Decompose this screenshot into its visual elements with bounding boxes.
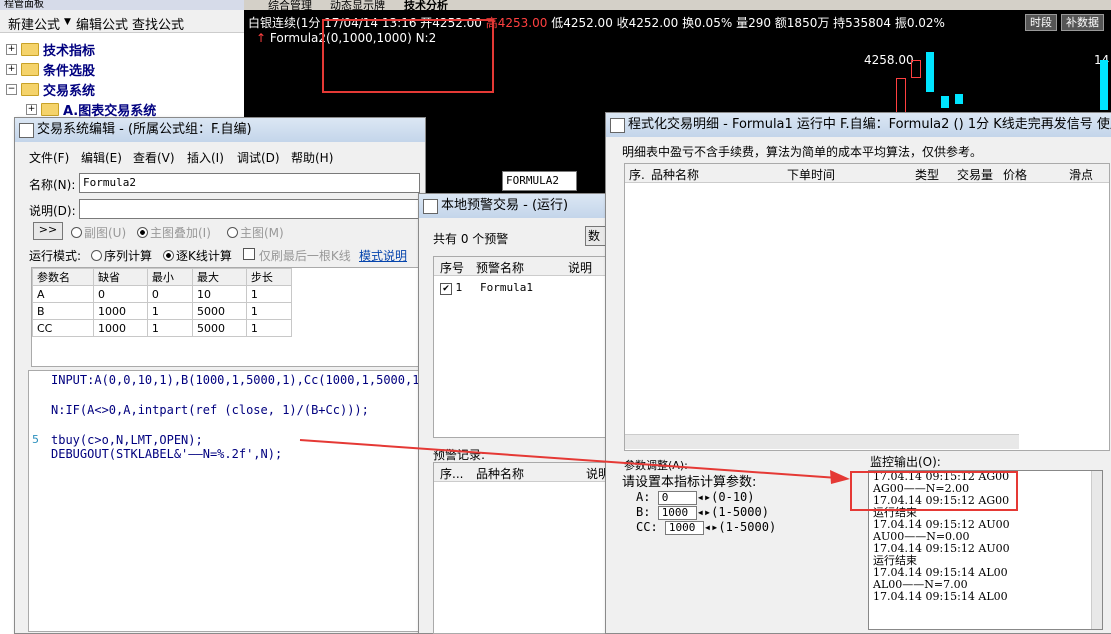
alert-count: 共有 0 个预警 xyxy=(433,232,509,246)
app-icon xyxy=(19,123,34,138)
alert-list-header: 序号 预警名称 说明 xyxy=(434,257,610,276)
series-calc-option[interactable]: 序列计算 xyxy=(91,247,152,264)
app-icon xyxy=(610,118,625,133)
description-field[interactable] xyxy=(79,199,420,219)
stepper-icon[interactable]: ◂▸ xyxy=(704,520,718,534)
description-label: 说明(D): xyxy=(29,204,76,218)
menu-file[interactable]: 文件(F) xyxy=(29,149,69,166)
alert-list[interactable]: 序号 预警名称 说明 ✔ 1 Formula1 xyxy=(433,256,611,438)
main-chart-option[interactable]: 主图(M) xyxy=(227,224,284,241)
time-period-button[interactable]: 时段 xyxy=(1025,14,1057,31)
dropdown-arrow-icon[interactable]: ▼ xyxy=(64,17,71,27)
up-arrow-icon: ↑ xyxy=(256,31,267,45)
app-icon xyxy=(423,199,438,214)
code-line: N:IF(A<>0,A,intpart(ref (close, 1)/(B+Cc… xyxy=(51,403,369,417)
table-header: 参数名 缺省 最小 最大 步长 xyxy=(32,268,293,286)
shortcut-field[interactable]: FORMULA2 xyxy=(502,171,577,191)
arrow-head xyxy=(830,470,850,484)
param-row-cc: CC: 1000 ◂▸(1-5000) xyxy=(636,520,777,535)
tree-item-stock-selection[interactable]: + 条件选股 xyxy=(6,60,95,79)
candle xyxy=(926,52,934,92)
candle xyxy=(955,94,963,104)
shortcut-label: 快捷码(Q): xyxy=(434,177,493,191)
table-row[interactable]: CC 1000 1 5000 1 xyxy=(32,319,293,337)
annotation-arrow xyxy=(299,439,850,484)
menu-insert[interactable]: 插入(I) xyxy=(187,149,224,166)
candle xyxy=(896,78,906,114)
alert-title: 本地预警交易 - (运行) xyxy=(419,194,609,218)
use-label: 用 xyxy=(588,176,601,190)
trade-table[interactable]: 序. 品种名称 下单时间 类型 交易量 价格 滑点 xyxy=(624,163,1110,451)
name-label: 名称(N): xyxy=(29,178,76,192)
name-field[interactable]: Formula2 xyxy=(79,173,420,193)
expand-icon[interactable]: + xyxy=(6,44,17,55)
editor-menubar: 文件(F) 编辑(E) 查看(V) 插入(I) 调试(D) 帮助(H) xyxy=(15,146,425,166)
chart-tabs: 综合管理 动态显示牌 技术分析 xyxy=(244,0,1111,13)
param-row-b: B: 1000 ◂▸(1-5000) xyxy=(636,505,769,520)
vertical-scrollbar[interactable] xyxy=(1091,471,1102,629)
checkbox-icon[interactable]: ✔ xyxy=(440,283,452,295)
trade-title: 程式化交易明细 - Formula1 运行中 F.自编：Formula2 () … xyxy=(606,113,1111,137)
table-row[interactable]: A 0 0 10 1 xyxy=(32,285,293,303)
expand-icon[interactable]: + xyxy=(6,64,17,75)
candle xyxy=(1100,60,1108,110)
code-editor[interactable]: INPUT:A(0,0,10,1),B(1000,1,5000,1),Cc(10… xyxy=(28,370,427,632)
list-item[interactable]: ✔ 1 Formula1 xyxy=(440,281,533,295)
new-formula-button[interactable]: 新建公式 xyxy=(8,14,60,33)
folder-icon xyxy=(21,63,39,76)
tree-item-trading-system[interactable]: − 交易系统 xyxy=(6,80,95,99)
menu-help[interactable]: 帮助(H) xyxy=(291,149,333,166)
tree-item-indicators[interactable]: + 技术指标 xyxy=(6,40,95,59)
param-b-input[interactable]: 1000 xyxy=(657,506,697,520)
editor-title: 交易系统编辑 - (所属公式组：F.自编) xyxy=(15,118,425,142)
subchart-option[interactable]: 副图(U) xyxy=(71,224,126,241)
expand-button[interactable]: >> xyxy=(33,222,63,240)
menu-debug[interactable]: 调试(D) xyxy=(237,149,280,166)
param-a-input[interactable]: 0 xyxy=(657,491,697,505)
menu-view[interactable]: 查看(V) xyxy=(133,149,175,166)
collapse-icon[interactable]: − xyxy=(6,84,17,95)
candle xyxy=(911,60,921,78)
param-cc-input[interactable]: 1000 xyxy=(664,521,704,535)
trade-note: 明细表中盈亏不含手续费，算法为简单的成本平均算法，仅供参考。 xyxy=(622,145,983,159)
panel-title: 程管面板 xyxy=(0,0,248,10)
expand-icon[interactable]: + xyxy=(26,104,37,115)
candle xyxy=(941,96,949,108)
trade-table-header: 序. 品种名称 下单时间 类型 交易量 价格 滑点 xyxy=(625,164,1109,183)
tab-technical-analysis[interactable]: 技术分析 xyxy=(404,0,448,13)
folder-icon xyxy=(21,83,39,96)
code-line: tbuy(c>o,N,LMT,OPEN); xyxy=(51,433,203,447)
line-number: 5 xyxy=(32,433,39,446)
menu-edit[interactable]: 编辑(E) xyxy=(81,149,122,166)
stepper-icon[interactable]: ◂▸ xyxy=(697,490,711,504)
table-row[interactable]: B 1000 1 5000 1 xyxy=(32,302,293,320)
folder-icon xyxy=(21,43,39,56)
last-bar-only-option[interactable]: 仅刷最后一根K线 xyxy=(243,247,351,264)
edit-formula-button[interactable]: 编辑公式 xyxy=(76,14,128,33)
param-adjust-panel: 请设置本指标计算参数: A: 0 ◂▸(0-10) B: 1000 ◂▸(1-500… xyxy=(622,471,850,631)
main-overlay-option[interactable]: 主图叠加(I) xyxy=(137,224,211,241)
fill-data-button[interactable]: 补数据 xyxy=(1061,14,1104,31)
highlight-box xyxy=(850,471,1018,511)
code-line: INPUT:A(0,0,10,1),B(1000,1,5000,1),Cc(10… xyxy=(51,373,427,387)
per-bar-calc-option[interactable]: 逐K线计算 xyxy=(163,247,232,264)
price-label: 4258.00 xyxy=(864,53,914,67)
tree-toolbar: 新建公式 ▼ 编辑公式 查找公式 xyxy=(0,10,244,33)
find-formula-button[interactable]: 查找公式 xyxy=(132,14,184,33)
monitor-output-label: 监控输出(O): xyxy=(870,455,941,469)
log-line: 17.04.14 09:15:14 AL00 xyxy=(873,590,1008,603)
parameter-table[interactable]: 参数名 缺省 最小 最大 步长 A 0 0 10 1 B 1000 1 5000 1 CC 1000 1 50… xyxy=(31,267,419,367)
tab-overview[interactable]: 综合管理 xyxy=(268,0,312,13)
arrow-line xyxy=(299,439,839,479)
folder-icon xyxy=(41,103,59,116)
run-mode-label: 运行模式: xyxy=(29,249,82,263)
code-line: DEBUGOUT(STKLABEL&'——N=%.2f',N); xyxy=(51,447,283,461)
tab-dynamic-board[interactable]: 动态显示牌 xyxy=(330,0,385,13)
mode-help-link[interactable]: 模式说明 xyxy=(359,247,407,264)
param-row-a: A: 0 ◂▸(0-10) xyxy=(636,490,755,505)
alert-trading-window: 本地预警交易 - (运行) 共有 0 个预警 数 序号 预警名称 说明 ✔ 1 Fo… xyxy=(418,193,613,634)
highlight-box xyxy=(322,19,494,93)
stepper-icon[interactable]: ◂▸ xyxy=(697,505,711,519)
